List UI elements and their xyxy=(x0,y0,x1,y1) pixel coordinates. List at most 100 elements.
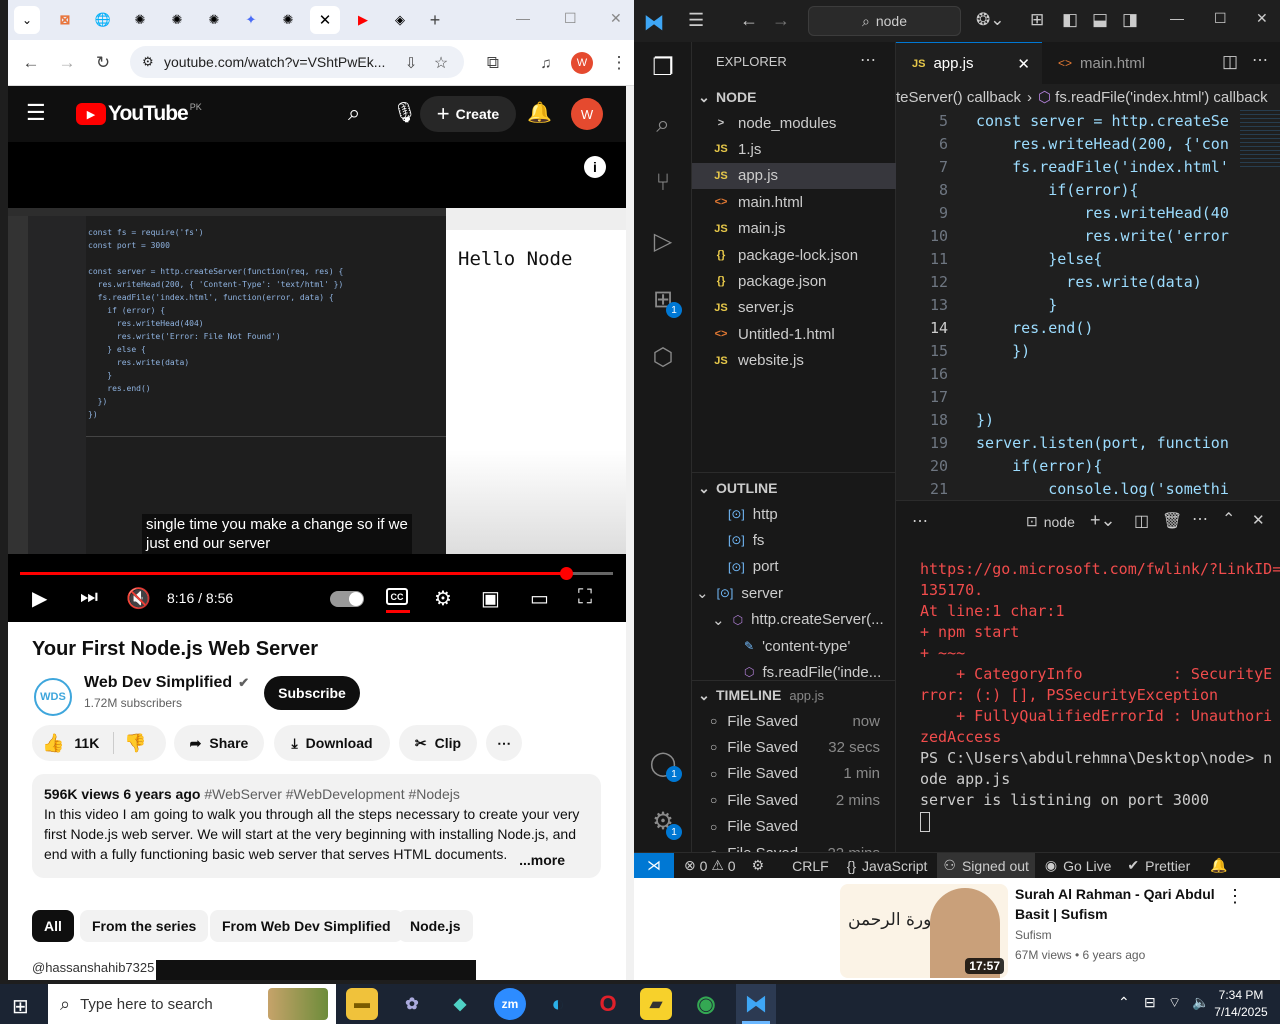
related-video-card[interactable]: سورة الرحمن 17:57 Surah Al Rahman - Qari… xyxy=(634,878,1280,980)
new-terminal-icon[interactable]: +⌄ xyxy=(1090,510,1116,531)
app-icon[interactable]: ◆ xyxy=(444,988,476,1020)
clip-button[interactable]: ✂ Clip xyxy=(399,725,477,761)
close-window-button[interactable]: ✕ xyxy=(1256,10,1268,27)
install-app-icon[interactable]: ⇩ xyxy=(400,52,422,74)
more-horizontal-icon[interactable]: ⋯ xyxy=(1252,50,1268,70)
file-item[interactable]: JS app.js xyxy=(692,162,896,189)
copilot-icon[interactable]: ❂⌄ xyxy=(976,10,1005,30)
chip-all[interactable]: All xyxy=(32,910,74,942)
outline-item[interactable]: [⊙] http xyxy=(692,501,896,527)
tab-3[interactable]: ✺ xyxy=(125,6,155,34)
progress-scrubber[interactable] xyxy=(559,567,573,580)
breadcrumb-item[interactable]: fs.readFile('index.html') callback xyxy=(1055,89,1267,106)
code-line[interactable]: 17 xyxy=(896,386,1280,409)
fullscreen-icon[interactable]: ⛶ xyxy=(578,586,592,609)
thumbs-up-icon[interactable]: 👍 xyxy=(42,733,64,754)
code-editor[interactable]: 5 const server = http.createSe 6 res.write… xyxy=(896,110,1280,498)
settings-gear-icon[interactable]: ⚙ xyxy=(434,586,452,611)
maximize-button[interactable]: ☐ xyxy=(564,10,577,27)
remote-indicator[interactable]: ⋊ xyxy=(634,852,674,878)
thumbs-down-icon[interactable]: 👎 xyxy=(124,733,146,754)
cc-icon[interactable]: CC xyxy=(386,588,408,605)
toggle-panel-icon[interactable]: ⬓ xyxy=(1092,10,1108,30)
layout-icon[interactable]: ⊞ xyxy=(1030,10,1044,30)
outline-item[interactable]: [⊙] fs xyxy=(692,527,896,553)
app-icon[interactable]: ✿ xyxy=(396,988,428,1020)
theater-icon[interactable]: ▭ xyxy=(530,586,549,611)
tab-5[interactable]: ✺ xyxy=(199,6,229,34)
code-line[interactable]: 18}) xyxy=(896,409,1280,432)
youtube-logo[interactable]: ▶ YouTube PK xyxy=(76,102,202,126)
next-icon[interactable]: ⏭ xyxy=(80,586,98,609)
tab-main-html[interactable]: <> main.html xyxy=(1042,42,1182,84)
timeline-item[interactable]: ○ File Saved xyxy=(692,814,896,840)
tab-1[interactable]: ⊠ xyxy=(50,6,80,34)
scrollbar[interactable] xyxy=(626,86,634,980)
tab-search-button[interactable]: ⌄ xyxy=(14,6,40,34)
minimize-button[interactable]: — xyxy=(1170,10,1184,26)
terminal-selector[interactable]: ⊡ node xyxy=(1026,513,1075,530)
code-line[interactable]: 13 } xyxy=(896,294,1280,317)
description-box[interactable]: 596K views 6 years ago #WebServer #WebDe… xyxy=(32,774,601,878)
channel-avatar[interactable]: WDS xyxy=(34,678,72,716)
file-item[interactable]: <> main.html xyxy=(692,189,896,215)
folder-node[interactable]: ⌄ NODE xyxy=(692,84,896,110)
timeline-item[interactable]: ○ File Saved now xyxy=(692,708,896,734)
accounts-icon[interactable]: ◯ 1 xyxy=(648,748,682,782)
language-indicator[interactable]: {} JavaScript xyxy=(847,858,928,874)
site-info-icon[interactable]: ⚙ xyxy=(142,46,154,78)
code-line[interactable]: 11 }else{ xyxy=(896,248,1280,271)
menu-icon[interactable]: ⋮ xyxy=(608,52,630,74)
prettier-indicator[interactable]: ✔ Prettier xyxy=(1127,857,1190,874)
file-item[interactable]: {} package.json xyxy=(692,268,896,294)
chip-from-channel[interactable]: From Web Dev Simplified xyxy=(210,910,403,942)
edge-icon[interactable]: ◐ xyxy=(542,988,574,1020)
toggle-secondary-sidebar-icon[interactable]: ◨ xyxy=(1122,10,1138,30)
chevron-up-icon[interactable]: ⌃ xyxy=(1118,994,1130,1011)
file-item[interactable]: JS 1.js xyxy=(692,136,896,162)
vscode-taskbar-icon[interactable]: ⧓ xyxy=(736,984,776,1024)
more-link[interactable]: ...more xyxy=(513,850,565,870)
reload-button[interactable]: ↻ xyxy=(92,52,114,74)
taskbar-search-input[interactable]: ⌕ Type here to search xyxy=(48,984,336,1024)
tab-9[interactable]: ◈ xyxy=(385,6,415,34)
forward-button[interactable]: → xyxy=(56,52,78,74)
toggle-sidebar-icon[interactable]: ◧ xyxy=(1062,10,1078,30)
tab-7[interactable]: ✺ xyxy=(273,6,303,34)
file-item[interactable]: JS server.js xyxy=(692,295,896,321)
command-center-search[interactable]: ⌕ node xyxy=(808,6,961,36)
source-control-icon[interactable]: ⑂ xyxy=(648,168,678,198)
code-line[interactable]: 14 res.end() xyxy=(896,317,1280,340)
minimize-button[interactable]: — xyxy=(516,10,530,26)
debug-icon[interactable]: ⚙ xyxy=(752,857,765,874)
explorer-icon[interactable]: ❐ xyxy=(648,52,678,82)
code-line[interactable]: 15 }) xyxy=(896,340,1280,363)
download-button[interactable]: ⤓ Download xyxy=(274,725,390,761)
tab-active[interactable]: ✕ xyxy=(310,6,340,34)
code-line[interactable]: 9 res.writeHead(40 xyxy=(896,202,1280,225)
mute-icon[interactable]: 🔇 xyxy=(126,586,151,611)
create-button[interactable]: + Create xyxy=(420,96,516,132)
code-line[interactable]: 19 server.listen(port, function xyxy=(896,432,1280,455)
close-icon[interactable]: ✕ xyxy=(1017,55,1030,73)
timeline-header[interactable]: ⌄ TIMELINE app.js xyxy=(692,682,896,708)
back-arrow-icon[interactable]: ← xyxy=(740,10,758,31)
chip-from-series[interactable]: From the series xyxy=(80,910,209,942)
code-line[interactable]: 16 xyxy=(896,363,1280,386)
file-item[interactable]: JS website.js xyxy=(692,348,896,374)
outline-item[interactable]: [⊙] port xyxy=(692,554,896,580)
minimap[interactable] xyxy=(1240,110,1280,170)
timeline-item[interactable]: ○ File Saved 32 secs xyxy=(692,734,896,760)
eol-indicator[interactable]: CRLF xyxy=(792,858,829,874)
volume-icon[interactable]: 🔈 xyxy=(1192,994,1209,1011)
search-icon[interactable]: ⌕ xyxy=(348,100,360,126)
close-icon[interactable]: ✕ xyxy=(319,11,332,29)
channel-name-row[interactable]: Web Dev Simplified ✔ xyxy=(84,674,249,692)
more-horizontal-icon[interactable]: ⋯ xyxy=(912,511,928,531)
more-actions-button[interactable]: ⋯ xyxy=(486,725,522,761)
code-line[interactable]: 21 console.log('somethi xyxy=(896,478,1280,498)
problems-indicator[interactable]: ⊗ 0 ⚠ 0 xyxy=(684,857,736,874)
zoom-icon[interactable]: zm xyxy=(494,988,526,1020)
code-line[interactable]: 20 if(error){ xyxy=(896,455,1280,478)
more-vertical-icon[interactable]: ⋮ xyxy=(1226,886,1244,907)
